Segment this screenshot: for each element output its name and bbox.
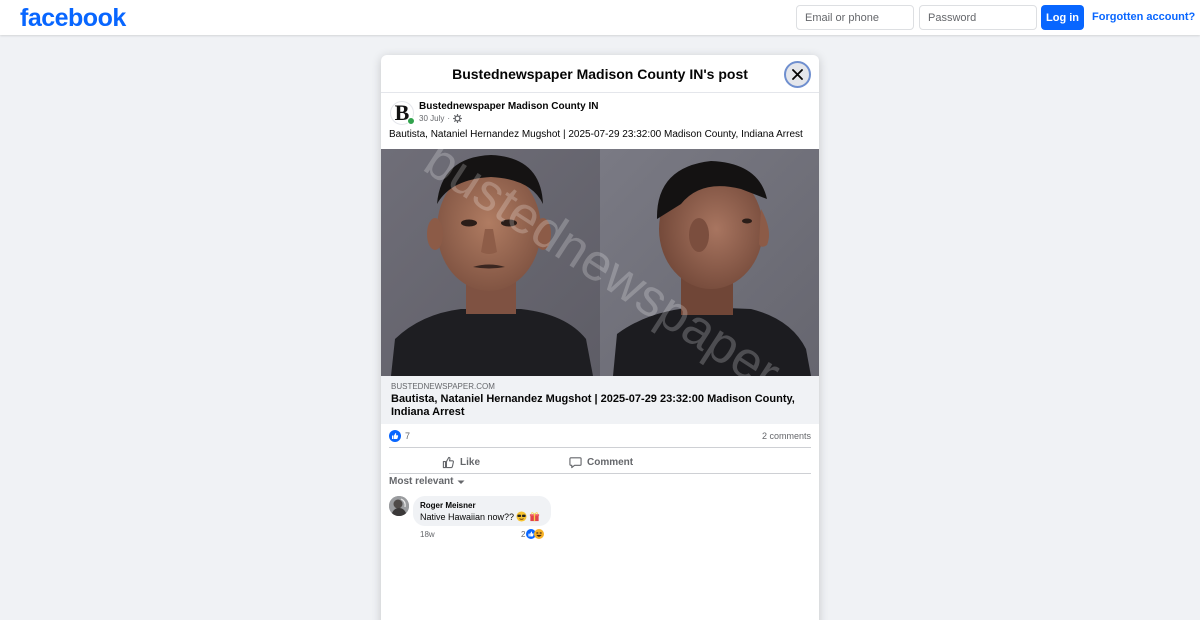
like-label: Like (460, 456, 481, 468)
haha-reaction-icon (534, 529, 545, 539)
avatar-photo (389, 496, 409, 516)
post-text: Bautista, Nataniel Hernandez Mugshot | 2… (389, 129, 803, 140)
password-field[interactable] (919, 5, 1037, 30)
link-title: Bautista, Nataniel Hernandez Mugshot | 2… (391, 393, 795, 418)
gift-emoji-icon (529, 512, 540, 522)
login-button[interactable]: Log in (1041, 5, 1084, 30)
close-button[interactable] (784, 61, 811, 88)
divider (389, 447, 811, 448)
public-gear-icon[interactable] (453, 114, 463, 123)
mugshot-image: bustednewspaper.co (381, 149, 819, 376)
comment-time[interactable]: 18w (420, 530, 435, 539)
comment-author[interactable]: Roger Meisner (420, 501, 476, 510)
sort-label: Most relevant (389, 476, 454, 487)
divider (389, 473, 811, 474)
like-button[interactable]: Like (442, 452, 480, 472)
top-bar: facebook Log in Forgotten account? (0, 0, 1200, 35)
commenter-avatar[interactable] (389, 496, 409, 516)
facebook-logo[interactable]: facebook (20, 6, 126, 31)
link-preview[interactable]: BUSTEDNEWSPAPER.COM Bautista, Nataniel H… (381, 376, 819, 424)
caret-down-icon (457, 480, 465, 484)
comment-reaction-count: 2 (521, 529, 526, 539)
comments-count[interactable]: 2 comments (762, 431, 811, 441)
forgot-account-link[interactable]: Forgotten account? (1092, 11, 1195, 23)
comment-button[interactable]: Comment (569, 452, 633, 472)
reaction-summary[interactable]: 7 (389, 430, 410, 442)
post-date[interactable]: 30 July (419, 114, 444, 123)
reaction-count: 7 (405, 431, 411, 441)
close-icon (792, 69, 803, 80)
comment-label: Comment (587, 456, 634, 468)
comment-body: Native Hawaiian now?? (420, 511, 515, 522)
email-field[interactable] (796, 5, 914, 30)
author-avatar[interactable]: B (390, 101, 415, 125)
post-meta: 30 July · (419, 114, 463, 123)
online-status-dot (407, 117, 415, 125)
sunglasses-emoji-icon (516, 511, 527, 522)
thumbs-up-icon (442, 456, 454, 468)
like-reaction-icon (389, 430, 401, 442)
comment-icon (569, 456, 582, 468)
link-domain: BUSTEDNEWSPAPER.COM (391, 382, 495, 391)
author-name[interactable]: Bustednewspaper Madison County IN (419, 101, 598, 112)
post-modal: Bustednewspaper Madison County IN's post… (381, 55, 819, 620)
comment-text: Native Hawaiian now?? (420, 511, 540, 522)
comment-sort-dropdown[interactable]: Most relevant (389, 476, 465, 487)
meta-separator: · (447, 114, 451, 123)
comment-reactions[interactable]: 2 (521, 529, 545, 539)
comment-bubble: Roger Meisner Native Hawaiian now?? (413, 496, 551, 526)
modal-header: Bustednewspaper Madison County IN's post (381, 55, 819, 93)
post-photo[interactable]: bustednewspaper.co (381, 149, 819, 376)
modal-title: Bustednewspaper Madison County IN's post (452, 66, 748, 82)
